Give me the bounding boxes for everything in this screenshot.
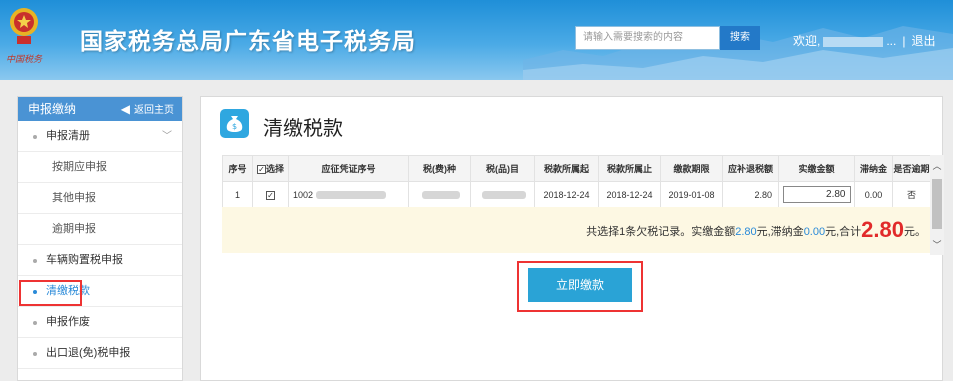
sidebar-item-other[interactable]: 其他申报 (18, 183, 182, 214)
money-bag-icon: $ (220, 109, 249, 138)
national-emblem-icon (10, 8, 38, 44)
row-checkbox[interactable]: ✓ (266, 190, 275, 200)
col-tax-item: 税(品)目 (470, 155, 535, 182)
bullet-icon (33, 352, 37, 356)
col-amount-due: 应补退税额 (722, 155, 779, 182)
summary-paid: 2.80 (735, 226, 757, 238)
col-select-label: 选择 (265, 164, 284, 174)
welcome-suffix: ... (886, 34, 897, 48)
tax-table: 序号 ✓选择 应征凭证序号 税(费)种 税(品)目 税款所属起 税款所属止 缴款… (222, 155, 931, 208)
row-index: 1 (222, 181, 253, 208)
tax-item-redacted (482, 191, 526, 200)
summary-mid2: 元,合计 (825, 226, 862, 238)
select-all-checkbox[interactable]: ✓ (256, 165, 266, 175)
tax-table-container: 序号 ✓选择 应征凭证序号 税(费)种 税(品)目 税款所属起 税款所属止 缴款… (222, 155, 944, 255)
scroll-down-icon[interactable]: ﹀ (930, 238, 944, 251)
paid-amount-input[interactable]: 2.80 (782, 186, 851, 203)
col-select[interactable]: ✓选择 (252, 155, 289, 182)
row-overdue: 否 (892, 181, 931, 208)
row-select[interactable]: ✓ (252, 181, 289, 208)
col-index: 序号 (222, 155, 253, 182)
sidebar-item-label: 出口退(免)税申报 (46, 347, 131, 359)
sidebar-header-title: 申报缴纳 (28, 102, 77, 116)
table-row: 1 ✓ 1002 2018-12-24 2018-12-24 2019-01-0… (222, 181, 931, 208)
sidebar-item-declaration-list[interactable]: 申报清册 ﹀ (18, 121, 182, 152)
summary-bar: 共选择1条欠税记录。实缴金额2.80元,滞纳金0.00元,合计2.80元。 (222, 207, 930, 253)
sidebar-item-label: 申报清册 (46, 130, 90, 142)
row-tax-item (470, 181, 535, 208)
sidebar-item-label: 车辆购置税申报 (46, 254, 123, 266)
emblem-caption: 中国税务 (6, 55, 43, 65)
table-scrollbar[interactable]: ︿ ﹀ (930, 155, 944, 255)
welcome-text: 欢迎, (793, 34, 821, 48)
row-tax-type (408, 181, 471, 208)
separator: | (902, 34, 906, 48)
site-title: 国家税务总局广东省电子税务局 (80, 28, 416, 54)
row-paid-amount[interactable]: 2.80 (778, 181, 855, 208)
sidebar-item-label: 其他申报 (52, 192, 96, 204)
row-late-fee: 0.00 (854, 181, 893, 208)
sidebar-item-label: 逾期申报 (52, 223, 96, 235)
bullet-icon (33, 135, 37, 139)
sidebar-item-label: 按期应申报 (52, 161, 107, 173)
sidebar-item-export-refund[interactable]: 出口退(免)税申报 (18, 338, 182, 369)
summary-late: 0.00 (803, 226, 826, 238)
sidebar-item-vehicle-tax[interactable]: 车辆购置税申报 (18, 245, 182, 276)
highlight-box-pay-button (517, 261, 643, 312)
summary-total: 2.80 (861, 217, 904, 242)
scroll-up-icon[interactable]: ︿ (930, 159, 944, 172)
logout-link[interactable]: 退出 (911, 34, 935, 48)
table-header-row: 序号 ✓选择 应征凭证序号 税(费)种 税(品)目 税款所属起 税款所属止 缴款… (222, 155, 931, 182)
row-amount-due: 2.80 (722, 181, 779, 208)
main-panel: $ 清缴税款 序号 ✓选择 应征凭证序号 税(费)种 税(品)目 税款所属起 税… (200, 96, 944, 381)
sidebar-item-periodic[interactable]: 按期应申报 (18, 152, 182, 183)
col-overdue: 是否逾期 (892, 155, 931, 182)
bullet-icon (33, 321, 37, 325)
col-late-fee: 滞纳金 (854, 155, 893, 182)
row-period-start: 2018-12-24 (534, 181, 599, 208)
summary-mid1: 元,滞纳金 (756, 226, 804, 238)
col-tax-type: 税(费)种 (408, 155, 471, 182)
voucher-no: 1002 (293, 189, 314, 200)
bullet-icon (33, 259, 37, 263)
row-deadline: 2019-01-08 (660, 181, 723, 208)
sidebar-nav: 申报缴纳 ◀ 返回主页 申报清册 ﹀ 按期应申报 其他申报 逾期申报 车辆购置税申… (17, 96, 183, 381)
row-voucher: 1002 (288, 181, 409, 208)
col-period-start: 税款所属起 (534, 155, 599, 182)
username-redacted (823, 36, 884, 47)
row-period-end: 2018-12-24 (598, 181, 661, 208)
col-voucher: 应征凭证序号 (288, 155, 409, 182)
sidebar-header: 申报缴纳 ◀ 返回主页 (18, 97, 182, 121)
search-button[interactable]: 搜索 (720, 26, 760, 50)
voucher-redacted (316, 191, 387, 200)
sidebar-item-label: 申报作废 (46, 316, 90, 328)
tax-type-redacted (422, 191, 460, 200)
highlight-box-sidebar (19, 280, 82, 306)
page-title: 清缴税款 (263, 118, 343, 140)
col-deadline: 缴款期限 (660, 155, 723, 182)
col-paid-amount: 实缴金额 (778, 155, 855, 182)
svg-text:$: $ (232, 122, 237, 131)
user-welcome: 欢迎,... | 退出 (793, 32, 936, 49)
scroll-thumb[interactable] (932, 179, 942, 229)
sidebar-item-void-declaration[interactable]: 申报作废 (18, 307, 182, 338)
site-header: 中国税务 国家税务总局广东省电子税务局 请输入需要搜索的内容 搜索 欢迎,...… (0, 0, 953, 80)
sidebar-item-overdue[interactable]: 逾期申报 (18, 214, 182, 245)
summary-prefix: 共选择1条欠税记录。实缴金额 (586, 226, 736, 238)
search-input[interactable]: 请输入需要搜索的内容 (575, 26, 720, 50)
summary-suffix: 元。 (904, 226, 926, 238)
chevron-down-icon: ﹀ (162, 131, 172, 142)
back-home-link[interactable]: ◀ 返回主页 (121, 97, 174, 123)
back-home-label: 返回主页 (134, 105, 174, 116)
back-arrow-icon: ◀ (120, 102, 130, 116)
col-period-end: 税款所属止 (598, 155, 661, 182)
